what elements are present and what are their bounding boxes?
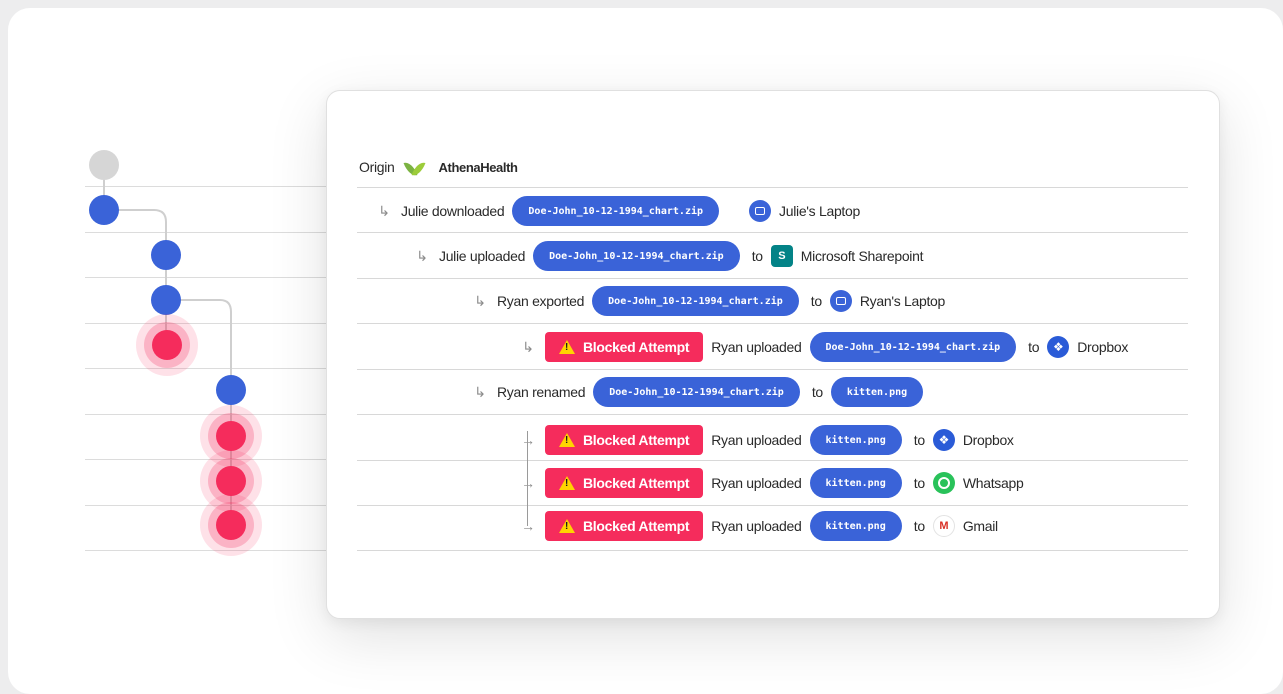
- event-row[interactable]: ↳ Julie uploaded Doe-John_10-12-1994_cha…: [327, 234, 1219, 278]
- connector-text: to: [811, 384, 823, 400]
- destination-label: Ryan's Laptop: [859, 293, 946, 309]
- row-divider: [357, 187, 1188, 188]
- event-action: Julie uploaded: [439, 248, 526, 264]
- branch-arrow-icon: ↳: [378, 202, 390, 219]
- warning-icon: [559, 519, 575, 533]
- event-row[interactable]: ↳ Julie downloaded Doe-John_10-12-1994_c…: [327, 189, 1219, 233]
- origin-row: Origin AthenaHealth: [327, 145, 1219, 189]
- row-divider: [357, 414, 1188, 415]
- blocked-attempt-label: Blocked Attempt: [583, 475, 690, 491]
- renamed-file-pill[interactable]: kitten.png: [830, 377, 924, 407]
- file-pill[interactable]: Doe-John_10-12-1994_chart.zip: [592, 286, 799, 316]
- event-node: [151, 240, 181, 270]
- blocked-node: [200, 494, 262, 556]
- connector-text: to: [913, 518, 925, 534]
- branch-arrow-icon: ↳: [474, 292, 486, 309]
- file-pill[interactable]: kitten.png: [809, 425, 902, 455]
- event-action: Ryan uploaded: [711, 432, 802, 448]
- lineage-tree: [89, 150, 262, 556]
- fork-connector: [527, 431, 528, 526]
- fork-arrow-icon: →: [519, 475, 537, 491]
- destination[interactable]: Julie's Laptop: [749, 200, 860, 222]
- fork-arrow-icon: →: [521, 518, 535, 534]
- file-pill[interactable]: kitten.png: [809, 468, 902, 498]
- event-node: [151, 285, 181, 315]
- destination[interactable]: Ryan's Laptop: [829, 290, 946, 312]
- destination[interactable]: Whatsapp: [932, 472, 1024, 494]
- destination-label: Whatsapp: [962, 475, 1024, 491]
- connector-text: to: [913, 475, 925, 491]
- event-node: [89, 195, 119, 225]
- laptop-icon: [749, 200, 772, 222]
- event-action: Julie downloaded: [401, 203, 505, 219]
- event-action: Ryan uploaded: [711, 475, 802, 491]
- event-row-blocked[interactable]: → Blocked Attempt Ryan uploaded kitten.p…: [327, 461, 1219, 505]
- file-pill[interactable]: Doe-John_10-12-1994_chart.zip: [512, 196, 720, 226]
- event-row[interactable]: ↳ Ryan renamed Doe-John_10-12-1994_chart…: [327, 370, 1219, 414]
- destination-label: Dropbox: [962, 432, 1014, 448]
- warning-icon: [559, 433, 575, 447]
- connector-text: to: [913, 432, 925, 448]
- fork-arrow-icon: →: [519, 432, 537, 448]
- connector-text: to: [751, 248, 763, 264]
- blocked-attempt-badge[interactable]: Blocked Attempt: [545, 511, 704, 541]
- branch-arrow-icon: ↳: [522, 338, 534, 355]
- event-action: Ryan uploaded: [711, 518, 802, 534]
- blocked-attempt-badge[interactable]: Blocked Attempt: [545, 332, 704, 362]
- event-row-blocked[interactable]: → Blocked Attempt Ryan uploaded kitten.p…: [327, 504, 1219, 548]
- branch-arrow-icon: ↳: [416, 247, 428, 264]
- athenahealth-logo-icon: [405, 157, 425, 177]
- laptop-icon: [829, 290, 852, 312]
- branch-arrow-icon: ↳: [474, 383, 486, 400]
- blocked-attempt-label: Blocked Attempt: [583, 432, 690, 448]
- event-row-blocked[interactable]: → Blocked Attempt Ryan uploaded kitten.p…: [327, 418, 1219, 462]
- file-pill[interactable]: Doe-John_10-12-1994_chart.zip: [533, 241, 740, 271]
- connector-text: to: [810, 293, 822, 309]
- blocked-attempt-label: Blocked Attempt: [583, 518, 690, 534]
- event-node: [216, 375, 246, 405]
- destination[interactable]: ❖ Dropbox: [1047, 336, 1128, 358]
- destination[interactable]: M Gmail: [932, 515, 998, 537]
- warning-icon: [559, 340, 575, 354]
- destination-label: Gmail: [962, 518, 998, 534]
- row-divider: [357, 550, 1188, 551]
- blocked-node: [136, 314, 198, 376]
- sharepoint-icon: S: [770, 245, 793, 267]
- origin-label: Origin: [359, 159, 395, 175]
- file-pill[interactable]: Doe-John_10-12-1994_chart.zip: [809, 332, 1017, 362]
- whatsapp-icon: [932, 472, 955, 494]
- row-divider: [357, 232, 1188, 233]
- event-row-blocked[interactable]: ↳ Blocked Attempt Ryan uploaded Doe-John…: [327, 325, 1219, 369]
- destination[interactable]: ❖ Dropbox: [932, 429, 1014, 451]
- blocked-attempt-label: Blocked Attempt: [583, 339, 690, 355]
- event-action: Ryan renamed: [497, 384, 586, 400]
- lineage-card: Origin AthenaHealth ↳ Julie downloaded D…: [326, 90, 1220, 619]
- file-pill[interactable]: kitten.png: [809, 511, 902, 541]
- destination-label: Julie's Laptop: [779, 203, 860, 219]
- connector-text: to: [1028, 339, 1040, 355]
- dropbox-icon: ❖: [1047, 336, 1070, 358]
- blocked-attempt-badge[interactable]: Blocked Attempt: [545, 425, 704, 455]
- destination-label: Microsoft Sharepoint: [800, 248, 924, 264]
- dropbox-icon: ❖: [932, 429, 955, 451]
- event-action: Ryan exported: [497, 293, 585, 309]
- row-divider: [357, 323, 1188, 324]
- warning-icon: [559, 476, 575, 490]
- blocked-attempt-badge[interactable]: Blocked Attempt: [545, 468, 704, 498]
- destination-label: Dropbox: [1077, 339, 1129, 355]
- origin-node: [89, 150, 119, 180]
- file-pill[interactable]: Doe-John_10-12-1994_chart.zip: [593, 377, 800, 407]
- event-row[interactable]: ↳ Ryan exported Doe-John_10-12-1994_char…: [327, 279, 1219, 323]
- gmail-icon: M: [932, 515, 955, 537]
- origin-source: AthenaHealth: [438, 159, 518, 175]
- event-action: Ryan uploaded: [711, 339, 802, 355]
- destination[interactable]: S Microsoft Sharepoint: [770, 245, 924, 267]
